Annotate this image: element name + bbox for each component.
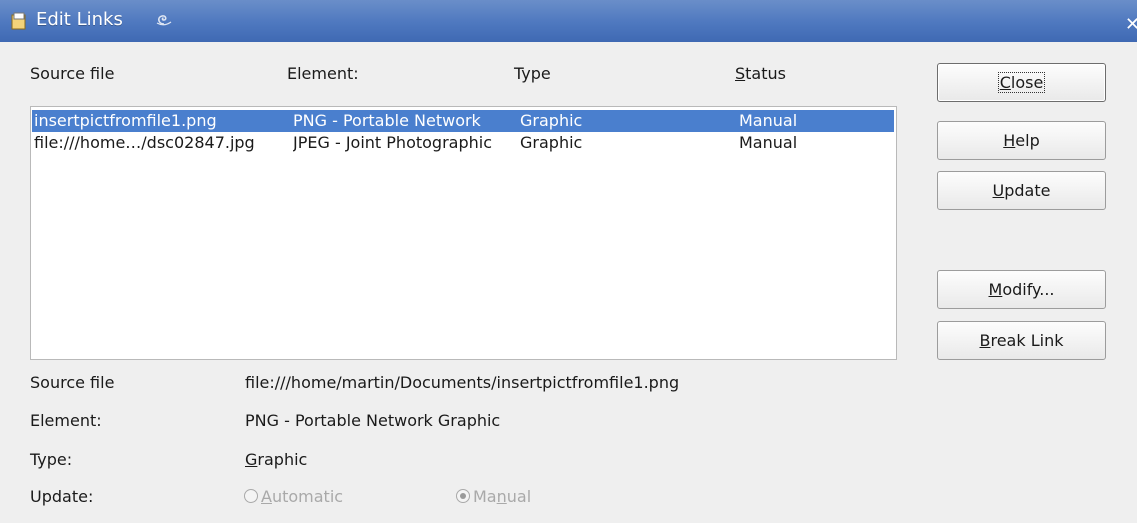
row-type: Graphic [520, 133, 583, 152]
header-status[interactable]: Status [735, 64, 786, 83]
close-button[interactable]: Close [937, 63, 1106, 102]
row-source: insertpictfromfile1.png [34, 111, 217, 130]
source-file-value: file:///home/martin/Documents/insertpict… [245, 373, 680, 392]
manual-label-pre: Ma [473, 487, 497, 506]
close-mnemonic: C [999, 73, 1011, 92]
row-element: PNG - Portable Network [293, 111, 481, 130]
row-source: file:///home…/dsc02847.jpg [34, 133, 255, 152]
modify-button[interactable]: Modify... [937, 270, 1106, 309]
row-element: JPEG - Joint Photographic [293, 133, 492, 152]
help-button[interactable]: Help [937, 121, 1106, 160]
type-mnemonic: G [245, 450, 258, 469]
break-link-button[interactable]: Break Link [937, 321, 1106, 360]
row-status: Manual [739, 133, 798, 152]
break-link-mnemonic: B [979, 331, 991, 350]
automatic-radio[interactable]: Automatic [244, 487, 343, 506]
title-bar[interactable]: Edit Links ✕ [0, 0, 1137, 42]
element-value: PNG - Portable Network Graphic [245, 411, 501, 430]
help-label: elp [1015, 131, 1040, 150]
help-mnemonic: H [1003, 131, 1016, 150]
header-source-file[interactable]: Source file [30, 64, 114, 83]
manual-label-rest: ual [506, 487, 532, 506]
radio-unchecked-icon [244, 489, 258, 503]
element-label: Element: [30, 411, 102, 430]
manual-mnemonic: n [496, 487, 507, 506]
header-type[interactable]: Type [514, 64, 551, 83]
header-element[interactable]: Element: [287, 64, 359, 83]
update-button[interactable]: Update [937, 171, 1106, 210]
header-status-mnemonic: S [735, 64, 746, 83]
type-value: Graphic [245, 450, 307, 469]
update-label: pdate [1004, 181, 1051, 200]
links-list[interactable]: insertpictfromfile1.png PNG - Portable N… [30, 106, 897, 360]
close-label: lose [1010, 73, 1044, 92]
manual-radio[interactable]: Manual [456, 487, 531, 506]
header-status-rest: tatus [745, 64, 786, 83]
update-mnemonic: U [992, 181, 1005, 200]
close-window-icon[interactable]: ✕ [1125, 14, 1137, 36]
source-file-label: Source file [30, 373, 115, 392]
row-type: Graphic [520, 111, 583, 130]
window-title: Edit Links [36, 9, 123, 30]
modify-label: odify... [1002, 280, 1055, 299]
radio-checked-icon [456, 489, 470, 503]
list-row-1[interactable]: insertpictfromfile1.png PNG - Portable N… [32, 110, 894, 132]
document-icon [11, 12, 26, 30]
modify-mnemonic: M [988, 280, 1003, 299]
break-link-label: reak Link [990, 331, 1064, 350]
type-rest: raphic [257, 450, 308, 469]
type-label: Type: [30, 450, 73, 469]
automatic-mnemonic: A [261, 487, 272, 506]
row-status: Manual [739, 111, 798, 130]
list-row-2[interactable]: file:///home…/dsc02847.jpg JPEG - Joint … [32, 132, 894, 154]
automatic-label: utomatic [271, 487, 344, 506]
swirl-icon [156, 15, 172, 26]
update-label: Update: [30, 487, 94, 506]
